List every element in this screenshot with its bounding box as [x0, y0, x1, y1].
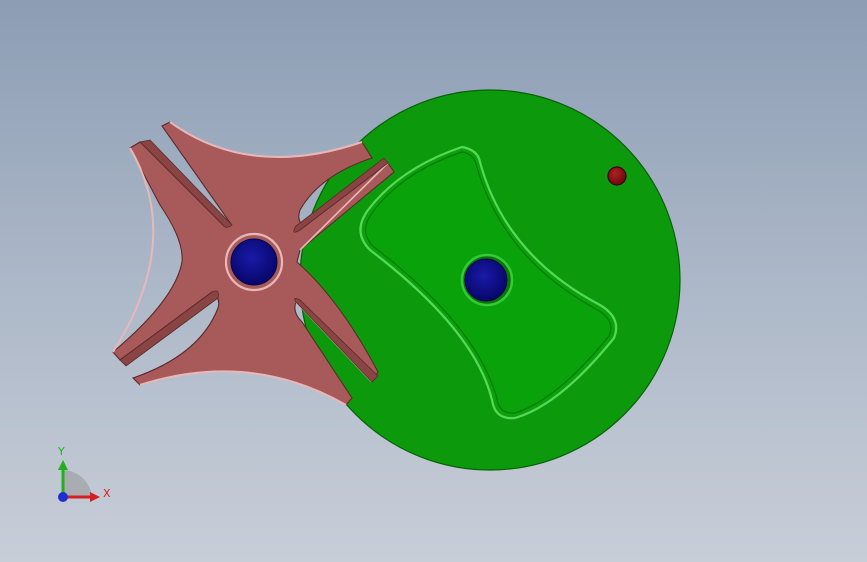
wheel-shaft-hole	[230, 238, 278, 286]
graphics-viewport[interactable]: Y X	[0, 0, 867, 562]
drive-shaft-hole	[464, 258, 508, 302]
reference-triad: Y X	[57, 445, 111, 502]
drive-pin[interactable]	[607, 166, 627, 186]
triad-y-label: Y	[57, 445, 65, 458]
triad-x-label: X	[103, 487, 111, 500]
